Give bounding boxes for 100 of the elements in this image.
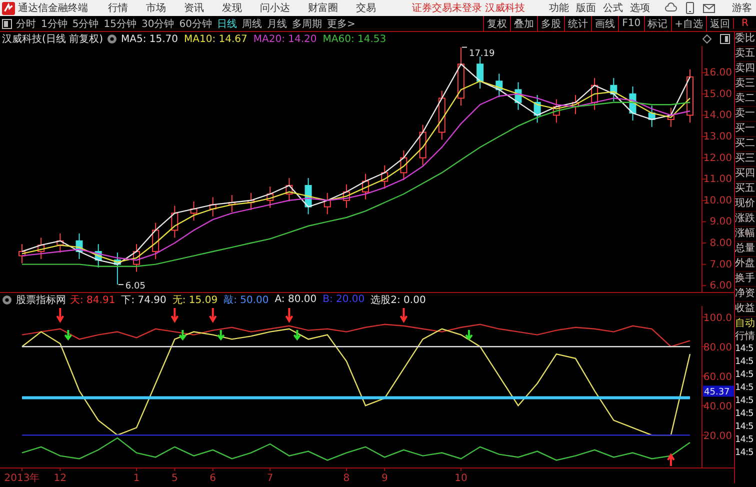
period-tab[interactable]: 分时 (16, 16, 36, 30)
candlestick (342, 184, 350, 208)
axis-label: 5 (172, 473, 178, 483)
signal-arrow (293, 329, 302, 341)
trade-time: 14:5 (735, 356, 754, 369)
phone-icon[interactable] (685, 2, 696, 14)
axis-label: 100.0 (703, 313, 732, 324)
indicator-value: MA60: 14.53 (322, 34, 386, 44)
sell-signal-arrow (56, 307, 64, 323)
axis-label: 8 (343, 473, 350, 483)
candlestick (457, 46, 464, 106)
candlestick (610, 77, 618, 102)
menu-item[interactable]: 功能 (549, 1, 570, 15)
period-tab[interactable]: 月线 (266, 16, 287, 30)
menu-item[interactable]: 公式 (603, 1, 624, 15)
quote-label: 委比 (735, 32, 756, 47)
candlestick (38, 237, 45, 260)
menu-item[interactable]: 选项 (630, 1, 650, 15)
quote-label: 换手 (735, 272, 756, 287)
menu-item[interactable]: 资讯 (184, 1, 204, 15)
leader-line (118, 284, 124, 286)
indicator-value: MA5: 15.70 (120, 34, 178, 44)
indicator-value: MA20: 14.20 (253, 34, 317, 44)
trade-time: 14:5 (735, 421, 754, 434)
quote-label: 卖五 (735, 47, 756, 62)
signal-arrow (64, 329, 72, 341)
quote-label: 总量 (735, 242, 756, 257)
period-tab[interactable]: 日线 (216, 16, 237, 30)
period-tab[interactable]: 多周期 (292, 16, 322, 30)
buy-signal-arrow (666, 453, 675, 467)
quote-label: 行情 (735, 330, 756, 343)
period-tab[interactable]: 30分钟 (141, 16, 174, 30)
candlestick (94, 244, 102, 268)
toolbar-button[interactable]: +自选 (670, 16, 706, 31)
axis-label: 20.00 (703, 431, 732, 442)
cloud-icon[interactable] (665, 2, 678, 14)
period-tab[interactable]: 15分钟 (104, 16, 136, 30)
envelope-icon[interactable] (703, 3, 716, 13)
user-label[interactable]: 游客 (732, 1, 752, 15)
quote-label: 卖二 (735, 92, 756, 107)
trade-time: 14:5 (735, 434, 754, 447)
indicator-value: A: 80.00 (274, 294, 317, 305)
settings-icon[interactable] (106, 34, 117, 44)
quote-label: 买三 (735, 152, 756, 167)
axis-label: 14.00 (703, 110, 732, 122)
menu-item[interactable]: 问小达 (260, 1, 290, 15)
sell-signal-arrow (285, 307, 294, 323)
indicator-title: 股票指标网 (16, 294, 66, 306)
candlestick (228, 194, 236, 213)
panel-toggle-icon[interactable] (2, 18, 12, 28)
menu-item[interactable]: 交易 (356, 1, 376, 15)
quote-label: 收益 (735, 302, 756, 317)
candlestick (648, 105, 656, 128)
candlestick (133, 244, 140, 272)
menu-item[interactable]: 版面 (576, 1, 596, 15)
menu-item[interactable]: 市场 (146, 1, 166, 15)
period-tab[interactable]: 1分钟 (41, 16, 68, 30)
candlestick (324, 192, 331, 215)
quote-label: 涨幅 (735, 227, 756, 242)
candlestick (572, 94, 579, 115)
quote-label: 卖三 (735, 77, 756, 92)
sell-signal-arrow (208, 307, 217, 323)
period-tab[interactable]: 更多> (326, 16, 356, 30)
settings-icon[interactable] (2, 294, 12, 304)
mode-label[interactable]: 自动 (735, 317, 756, 330)
axis-label: 12 (54, 473, 67, 483)
candlestick (114, 252, 121, 286)
period-tab[interactable]: 周线 (242, 16, 262, 30)
candlestick (381, 164, 388, 190)
indicator-value: 敲: 50.00 (224, 294, 269, 306)
sell-signal-arrow (170, 307, 179, 323)
menu-item[interactable]: 行情 (108, 1, 128, 15)
panel-toggle-icon[interactable] (720, 34, 730, 44)
period-tab[interactable]: 5分钟 (72, 16, 99, 30)
candlestick (419, 124, 426, 166)
quote-label: 买四 (735, 167, 756, 182)
axis-label: 15.00 (703, 88, 732, 100)
quote-label: 卖四 (735, 62, 756, 77)
leader-line (461, 46, 468, 48)
menu-item[interactable]: 发现 (222, 1, 242, 15)
candlestick (667, 107, 674, 128)
app-title: 通达信金融终端 (18, 2, 88, 15)
diamond-icon[interactable] (702, 34, 712, 44)
candlestick (209, 196, 216, 217)
quote-label: 涨跌 (735, 212, 756, 227)
value-tag: 45.37 (703, 386, 734, 398)
menu-item[interactable]: 财富圈 (308, 1, 338, 15)
candlestick (552, 98, 560, 124)
signal-arrow (464, 329, 473, 341)
quote-label: 买一 (735, 122, 756, 137)
quote-label: 买二 (735, 137, 756, 152)
candlestick (190, 200, 198, 222)
axis-label: 10 (454, 473, 468, 483)
candlestick (476, 56, 484, 90)
app-logo-icon (2, 2, 15, 14)
indicator-value: 选股2: 0.00 (370, 294, 426, 306)
login-notice[interactable]: 证券交易未登录 汉威科技 (412, 1, 526, 15)
quote-label: 外盘 (735, 257, 756, 272)
candlestick (438, 90, 446, 140)
period-tab[interactable]: 60分钟 (179, 16, 212, 30)
